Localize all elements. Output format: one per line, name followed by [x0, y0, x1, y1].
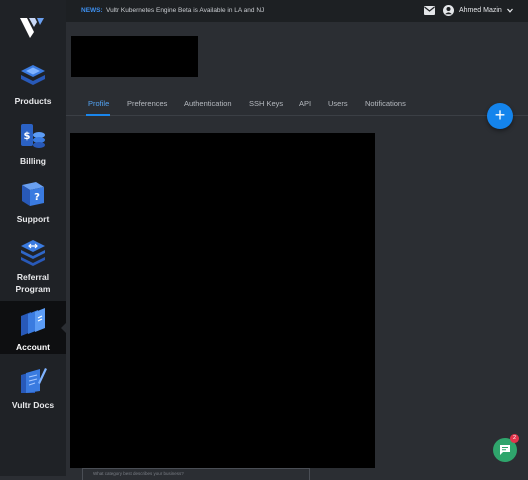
sidebar: Products $ Billing ? Support Referral Pr…: [0, 0, 67, 476]
active-tab-indicator: [86, 114, 110, 116]
sidebar-item-billing[interactable]: $ Billing: [0, 121, 66, 167]
business-category-placeholder: What category best describes your busine…: [93, 471, 184, 476]
sidebar-item-support[interactable]: ? Support: [0, 179, 66, 225]
user-menu-name[interactable]: Ahmed Mazin: [459, 7, 502, 14]
tab-ssh-keys[interactable]: SSH Keys: [249, 99, 283, 108]
support-cube-icon: ?: [22, 182, 44, 206]
sidebar-item-label: Vultr Docs: [11, 400, 55, 410]
sidebar-item-label: Referral: [16, 272, 50, 282]
svg-text:$: $: [24, 131, 31, 142]
products-stack-icon: [21, 65, 45, 85]
news-tag: NEWS:: [81, 7, 103, 14]
sidebar-item-label: Account: [16, 342, 50, 352]
chat-unread-badge: 2: [510, 434, 519, 443]
tab-authentication[interactable]: Authentication: [184, 99, 232, 108]
sidebar-item-label: Products: [14, 96, 52, 106]
mail-icon[interactable]: [424, 6, 435, 15]
account-tabs: Profile Preferences Authentication SSH K…: [66, 92, 528, 116]
tab-api[interactable]: API: [299, 99, 311, 108]
add-button[interactable]: +: [487, 103, 513, 129]
referral-layers-icon: [21, 240, 45, 266]
redacted-header-block: [71, 36, 198, 77]
tab-profile[interactable]: Profile: [88, 99, 109, 108]
sidebar-item-label: Program: [15, 284, 51, 294]
svg-text:?: ?: [34, 192, 40, 203]
redacted-content-block: [70, 133, 375, 468]
sidebar-item-vultr-docs[interactable]: Vultr Docs: [0, 365, 66, 411]
sidebar-item-label: Support: [16, 214, 50, 224]
news-link[interactable]: Vultr Kubernetes Engine Beta is Availabl…: [106, 7, 264, 14]
sidebar-item-label: Billing: [20, 156, 46, 166]
sidebar-item-products[interactable]: Products: [0, 61, 66, 107]
chevron-down-icon[interactable]: [507, 8, 513, 13]
chat-bubble-icon: [500, 445, 510, 455]
tab-users[interactable]: Users: [328, 99, 348, 108]
user-avatar-icon[interactable]: [443, 5, 454, 16]
business-category-field[interactable]: What category best describes your busine…: [82, 468, 310, 480]
vultr-logo-icon[interactable]: [20, 16, 46, 40]
top-bar: NEWS: Vultr Kubernetes Engine Beta is Av…: [66, 0, 528, 22]
tab-notifications[interactable]: Notifications: [365, 99, 406, 108]
account-cards-icon: [21, 308, 45, 336]
docs-pencil-icon: [21, 368, 47, 393]
sidebar-item-referral-program[interactable]: Referral Program: [0, 237, 66, 295]
sidebar-item-account[interactable]: Account: [0, 301, 67, 354]
tab-preferences[interactable]: Preferences: [127, 99, 167, 108]
chat-button[interactable]: 2: [493, 434, 519, 462]
billing-coins-icon: $: [21, 124, 45, 148]
